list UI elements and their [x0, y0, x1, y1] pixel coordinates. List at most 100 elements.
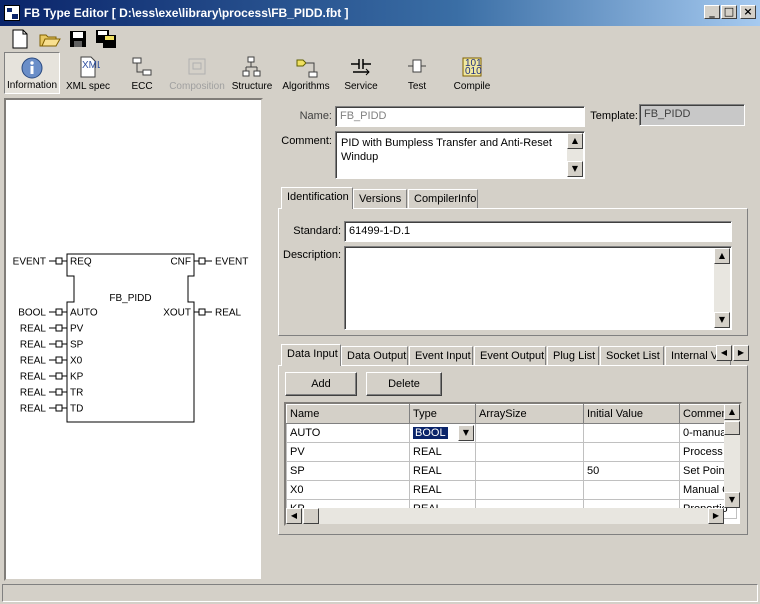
new-file-icon[interactable] — [8, 28, 32, 50]
tab-event-input[interactable]: Event Input — [409, 346, 473, 366]
scroll-up-icon[interactable]: ▲ — [714, 248, 730, 264]
test-tool[interactable]: Test — [396, 52, 438, 94]
open-folder-icon[interactable] — [38, 28, 62, 50]
data-input-pin-type: REAL — [20, 372, 47, 383]
delete-button[interactable]: Delete — [366, 372, 442, 396]
structure-label: Structure — [231, 81, 273, 92]
table-row[interactable]: SP REAL 50 Set Point, — [286, 461, 737, 481]
information-tool[interactable]: Information — [4, 52, 60, 94]
algorithms-tool[interactable]: Algorithms — [280, 52, 332, 94]
scroll-up-icon[interactable]: ▲ — [724, 404, 740, 420]
structure-tool[interactable]: Structure — [230, 52, 274, 94]
template-field: FB_PIDD — [639, 104, 745, 126]
data-input-pin-type: REAL — [20, 356, 47, 367]
tab-data-output[interactable]: Data Output — [341, 346, 408, 366]
table-cell[interactable]: BOOL ▼ — [409, 423, 476, 443]
dropdown-arrow-icon[interactable]: ▼ — [458, 425, 474, 441]
compile-label: Compile — [453, 81, 491, 92]
tab-versions[interactable]: Versions — [353, 189, 407, 209]
compile-tool[interactable]: 101 010 Compile — [448, 52, 496, 94]
save-icon[interactable] — [66, 28, 90, 50]
description-scrollbar[interactable]: ▲ ▼ — [714, 248, 730, 328]
tab-scroll-left-icon[interactable]: ◀ — [716, 345, 732, 361]
scroll-down-icon[interactable]: ▼ — [567, 161, 583, 177]
service-tool[interactable]: Service — [338, 52, 384, 94]
table-cell[interactable]: SP — [286, 461, 410, 481]
table-cell[interactable] — [475, 480, 584, 500]
ecc-tool[interactable]: ECC — [118, 52, 166, 94]
data-input-panel: Add Delete Name Type ArraySize Initial Valu… — [278, 365, 748, 535]
algorithms-label: Algorithms — [282, 81, 330, 92]
scroll-thumb[interactable] — [724, 421, 740, 435]
table-row[interactable]: X0 REAL Manual O — [286, 480, 737, 500]
description-label: Description: — [283, 249, 342, 261]
type-select-value[interactable]: BOOL — [412, 426, 449, 440]
scroll-left-icon[interactable]: ◀ — [286, 508, 302, 524]
table-cell[interactable]: REAL — [409, 442, 476, 462]
composition-tool[interactable]: Composition — [168, 52, 226, 94]
composition-label: Composition — [169, 81, 225, 92]
event-input-pin-type: EVENT — [13, 257, 46, 268]
table-cell[interactable]: REAL — [409, 480, 476, 500]
table-cell[interactable]: PV — [286, 442, 410, 462]
maximize-icon[interactable]: □ — [721, 5, 737, 19]
table-row[interactable]: AUTO BOOL ▼ 0-manual — [286, 423, 737, 443]
svg-text:010: 010 — [465, 66, 482, 77]
data-input-pin-name: TR — [70, 388, 83, 399]
tab-identification[interactable]: Identification — [281, 187, 353, 209]
add-button[interactable]: Add — [285, 372, 357, 396]
comment-line-1: PID with Bumpless Transfer and Anti-Rese… — [341, 137, 552, 149]
event-output-pin-type: EVENT — [215, 257, 248, 268]
table-hscrollbar[interactable]: ◀ ▶ — [286, 508, 724, 524]
scroll-down-icon[interactable]: ▼ — [724, 492, 740, 508]
table-cell[interactable]: X0 — [286, 480, 410, 500]
scroll-up-icon[interactable]: ▲ — [567, 133, 583, 149]
data-input-pin-name: SP — [70, 340, 84, 351]
tab-event-output[interactable]: Event Output — [474, 346, 546, 366]
table-cell[interactable]: 50 — [583, 461, 680, 481]
name-field[interactable]: FB_PIDD — [335, 106, 585, 127]
svg-text:XML: XML — [82, 60, 100, 71]
comment-field[interactable]: PID with Bumpless Transfer and Anti-Rese… — [335, 131, 585, 179]
scroll-down-icon[interactable]: ▼ — [714, 312, 730, 328]
table-cell[interactable] — [583, 442, 680, 462]
column-header[interactable]: Initial Value — [583, 404, 680, 424]
column-header[interactable]: ArraySize — [475, 404, 584, 424]
table-cell[interactable] — [475, 423, 584, 443]
data-output-pin-marker — [198, 308, 206, 316]
template-label: Template: — [590, 110, 638, 122]
column-header[interactable]: Name — [286, 404, 410, 424]
column-header[interactable]: Type — [409, 404, 476, 424]
table-cell[interactable] — [583, 480, 680, 500]
tab-plug-list[interactable]: Plug List — [547, 346, 599, 366]
tab-compiler-info[interactable]: CompilerInfo — [408, 189, 478, 209]
description-field[interactable]: ▲ ▼ — [344, 246, 732, 330]
data-input-pin-type: REAL — [20, 340, 47, 351]
table-row[interactable]: PV REAL Process — [286, 442, 737, 462]
xml-spec-tool[interactable]: XML XML spec — [62, 52, 114, 94]
data-input-pin-marker — [55, 372, 63, 380]
app-icon — [4, 5, 20, 21]
table-cell[interactable] — [475, 442, 584, 462]
data-input-pin-marker — [55, 388, 63, 396]
table-cell[interactable] — [583, 423, 680, 443]
test-label: Test — [407, 81, 427, 92]
table-cell[interactable] — [475, 461, 584, 481]
tab-scroll-right-icon[interactable]: ▶ — [733, 345, 749, 361]
standard-field[interactable]: 61499-1-D.1 — [344, 221, 732, 242]
scroll-right-icon[interactable]: ▶ — [708, 508, 724, 524]
diagram-panel: FB_PIDD EVENT REQ EVENT CNF BOOL AUTO REAL PV REA… — [4, 98, 263, 581]
save-all-icon[interactable] — [94, 28, 118, 50]
comment-scrollbar[interactable]: ▲ ▼ — [567, 133, 583, 177]
tab-socket-list[interactable]: Socket List — [600, 346, 664, 366]
minimize-icon[interactable]: _ — [704, 5, 720, 19]
fb-block-name: FB_PIDD — [109, 293, 151, 304]
table-cell[interactable]: AUTO — [286, 423, 410, 443]
tab-data-input[interactable]: Data Input — [281, 344, 341, 366]
table-vscrollbar[interactable]: ▲ ▼ — [724, 404, 740, 508]
fb-diagram: FB_PIDD EVENT REQ EVENT CNF BOOL AUTO REAL PV REA… — [13, 253, 248, 423]
fb-block-body — [66, 253, 195, 423]
close-icon[interactable]: × — [740, 5, 756, 19]
table-cell[interactable]: REAL — [409, 461, 476, 481]
scroll-thumb[interactable] — [303, 508, 319, 524]
